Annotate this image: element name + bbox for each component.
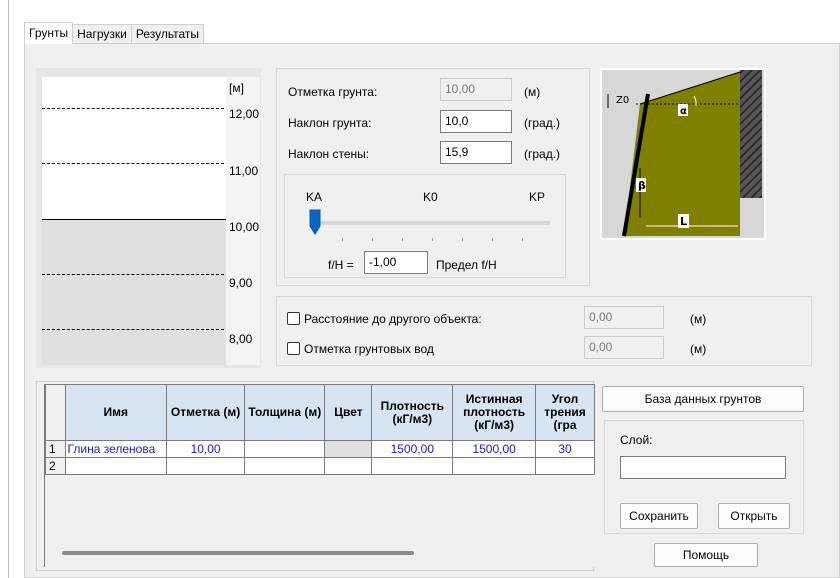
wall-slope-label: Наклон стены: (288, 147, 370, 161)
cell-color[interactable] (324, 440, 373, 458)
elevation-unit: (м) (524, 85, 541, 99)
beta-label: β (638, 179, 646, 192)
col-header-density[interactable]: Плотность (кГ/м3) (371, 384, 454, 441)
groundwater-label: Отметка грунтовых вод (304, 342, 434, 356)
wall-slope-unit: (град.) (524, 147, 561, 161)
open-button[interactable]: Открыть (718, 503, 790, 529)
soil-layers-table-viewport: Имя Отметка (м) Толщина (м) Цвет Плотнос… (44, 384, 595, 567)
alpha-label: α (680, 106, 687, 117)
col-header-name[interactable]: Имя (64, 384, 167, 441)
cell-density[interactable]: 1500,00 (371, 440, 454, 458)
cell-friction[interactable] (535, 457, 595, 475)
tab-loads[interactable]: Нагрузки (72, 24, 132, 44)
l-label: L (680, 215, 687, 228)
soil-layer-fill (42, 220, 226, 365)
fh-field[interactable]: -1,00 (364, 251, 428, 274)
slider-tick (372, 238, 373, 241)
col-header-true-density[interactable]: Истинная плотность (кГ/м3) (452, 384, 537, 441)
distance-checkbox[interactable] (287, 312, 300, 325)
tab-bar: Грунты Нагрузки Результаты (24, 22, 205, 44)
row-number: 1 (45, 440, 66, 458)
slider-tick (492, 238, 493, 241)
wall-slope-field[interactable]: 15,9 (440, 141, 512, 164)
layer-label: Слой: (620, 433, 653, 447)
window-left-border (8, 0, 9, 578)
cell-elevation[interactable] (165, 457, 246, 475)
coefficient-slider-track[interactable] (310, 221, 550, 225)
slider-tick (342, 238, 343, 241)
elevation-line-11 (42, 163, 224, 164)
table-row[interactable]: 2 (45, 457, 595, 475)
elevation-tick-10: 10,00 (229, 220, 260, 234)
groundwater-field: 0,00 (584, 336, 664, 359)
retaining-wall-illustration: Z0 α β L (600, 68, 766, 240)
z0-label: Z0 (616, 95, 629, 106)
cell-thickness[interactable] (244, 440, 326, 458)
elevation-field: 10,00 (440, 78, 512, 101)
depth-unit-label: [м] (229, 81, 244, 95)
col-header-color[interactable]: Цвет (324, 384, 373, 441)
fh-label: f/H = (328, 258, 354, 272)
soil-window: Грунты Нагрузки Результаты [м] 12,00 11,… (0, 0, 840, 578)
table-horizontal-scrollbar[interactable] (62, 551, 414, 555)
slider-label-k0: K0 (423, 190, 438, 204)
slider-tick (462, 238, 463, 241)
tab-results[interactable]: Результаты (130, 24, 205, 44)
col-header-friction[interactable]: Угол трения (гра (535, 384, 595, 441)
elevation-tick-8: 8,00 (229, 332, 253, 346)
slider-label-ka: KA (306, 190, 323, 204)
soil-database-button[interactable]: База данных грунтов (602, 386, 804, 412)
elevation-label: Отметка грунта: (288, 85, 378, 99)
cell-name[interactable] (64, 457, 167, 475)
cell-true-density[interactable] (452, 457, 537, 475)
elevation-line-8 (42, 329, 224, 330)
slope-unit: (град.) (524, 116, 561, 130)
cell-density[interactable] (371, 457, 454, 475)
cell-color[interactable] (324, 457, 373, 475)
slope-field[interactable]: 10,0 (440, 110, 512, 133)
col-header-thickness[interactable]: Толщина (м) (244, 384, 326, 441)
elevation-tick-11: 11,00 (229, 164, 259, 178)
slider-label-kp: KP (529, 190, 546, 204)
table-corner (45, 384, 66, 441)
distance-field: 0,00 (584, 306, 664, 329)
elevation-tick-9: 9,00 (229, 276, 253, 290)
col-header-elevation[interactable]: Отметка (м) (165, 384, 246, 441)
cell-name[interactable]: Глина зеленова (64, 440, 167, 458)
help-button[interactable]: Помощь (654, 543, 758, 567)
soil-layers-table: Имя Отметка (м) Толщина (м) Цвет Плотнос… (45, 384, 595, 475)
coefficient-slider-thumb[interactable] (309, 209, 321, 237)
groundwater-checkbox[interactable] (287, 342, 300, 355)
elevation-line-12 (42, 108, 224, 109)
cell-friction[interactable]: 30 (535, 440, 595, 458)
cell-elevation[interactable]: 10,00 (165, 440, 246, 458)
slider-tick (432, 238, 433, 241)
distance-label: Расстояние до другого объекта: (304, 312, 482, 326)
ground-surface-line (42, 219, 226, 220)
slider-tick (522, 238, 523, 241)
distance-unit: (м) (690, 312, 707, 326)
table-row[interactable]: 1 Глина зеленова 10,00 1500,00 1500,00 3… (45, 440, 595, 458)
elevation-tick-12: 12,00 (229, 107, 260, 121)
cell-true-density[interactable]: 1500,00 (452, 440, 537, 458)
fh-limit-label: Предел f/H (436, 258, 497, 272)
tab-soils[interactable]: Грунты (24, 22, 74, 44)
groundwater-unit: (м) (690, 342, 707, 356)
layer-field[interactable] (620, 456, 786, 479)
slope-label: Наклон грунта: (288, 116, 372, 130)
elevation-line-9 (42, 274, 224, 275)
slider-tick (402, 238, 403, 241)
row-number: 2 (45, 457, 66, 475)
cell-thickness[interactable] (244, 457, 326, 475)
save-button[interactable]: Сохранить (620, 503, 698, 529)
